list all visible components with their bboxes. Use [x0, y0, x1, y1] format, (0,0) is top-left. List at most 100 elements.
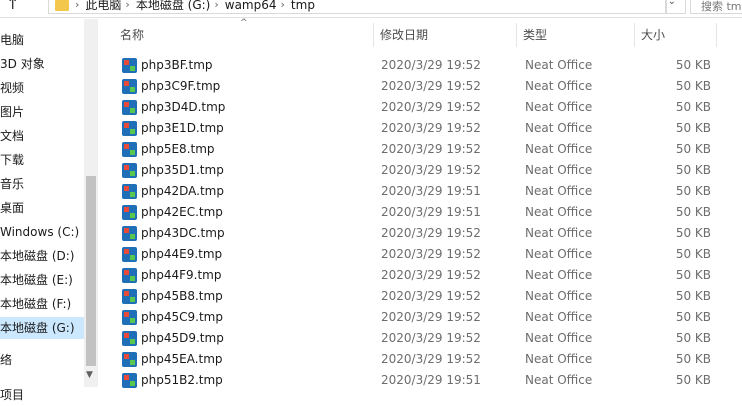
- breadcrumb-this-pc[interactable]: 此电脑: [85, 0, 121, 13]
- file-date: 2020/3/29 19:52: [381, 100, 481, 114]
- neat-office-file-icon: [122, 142, 137, 157]
- file-name: php51B2.tmp: [141, 373, 223, 387]
- file-type: Neat Office: [525, 58, 593, 72]
- nav-item[interactable]: 下载: [0, 149, 84, 171]
- file-name: php45C9.tmp: [141, 310, 223, 324]
- nav-item[interactable]: 本地磁盘 (E:): [0, 269, 84, 291]
- nav-item[interactable]: 本地磁盘 (G:): [0, 317, 84, 339]
- column-header-row: 名称 修改日期 类型 大小: [100, 23, 742, 47]
- file-name: php45D9.tmp: [141, 331, 224, 345]
- file-date: 2020/3/29 19:52: [381, 226, 481, 240]
- nav-item[interactable]: 视频: [0, 77, 84, 99]
- file-type: Neat Office: [525, 373, 593, 387]
- file-size: 50 KB: [675, 352, 711, 366]
- file-type: Neat Office: [525, 310, 593, 324]
- chevron-right-icon[interactable]: ›: [281, 0, 285, 11]
- file-date: 2020/3/29 19:52: [381, 268, 481, 282]
- nav-item[interactable]: 本地磁盘 (F:): [0, 293, 84, 315]
- file-size: 50 KB: [675, 100, 711, 114]
- folder-icon: [55, 0, 69, 11]
- file-row[interactable]: php45B8.tmp 2020/3/29 19:52 Neat Office 50 …: [100, 286, 742, 307]
- nav-item[interactable]: 络: [0, 349, 84, 371]
- nav-item[interactable]: 音乐: [0, 173, 84, 195]
- address-toolbar: ↑ › 此电脑 › 本地磁盘 (G:) › wamp64 › tmp ⌄ 搜索 …: [0, 0, 742, 18]
- scroll-down-icon[interactable]: ▼: [86, 370, 93, 380]
- file-row[interactable]: php45C9.tmp 2020/3/29 19:52 Neat Office 50 …: [100, 307, 742, 328]
- search-input[interactable]: 搜索 tmp: [690, 0, 742, 14]
- chevron-right-icon[interactable]: ›: [214, 0, 218, 11]
- file-size: 50 KB: [675, 121, 711, 135]
- nav-item[interactable]: 项目: [0, 384, 84, 406]
- file-row[interactable]: php42DA.tmp 2020/3/29 19:51 Neat Office 50 …: [100, 181, 742, 202]
- file-date: 2020/3/29 19:52: [381, 58, 481, 72]
- chevron-right-icon[interactable]: ›: [75, 0, 79, 11]
- file-size: 50 KB: [675, 268, 711, 282]
- address-bar[interactable]: › 此电脑 › 本地磁盘 (G:) › wamp64 › tmp: [48, 0, 666, 14]
- file-row[interactable]: php3BF.tmp 2020/3/29 19:52 Neat Office 50 K…: [100, 55, 742, 76]
- file-date: 2020/3/29 19:52: [381, 289, 481, 303]
- file-type: Neat Office: [525, 79, 593, 93]
- file-name: php3C9F.tmp: [141, 79, 221, 93]
- file-type: Neat Office: [525, 247, 593, 261]
- breadcrumb-drive-g[interactable]: 本地磁盘 (G:): [136, 0, 211, 13]
- file-type: Neat Office: [525, 100, 593, 114]
- file-name: php43DC.tmp: [141, 226, 225, 240]
- chevron-right-icon[interactable]: ›: [125, 0, 129, 11]
- file-name: php3E1D.tmp: [141, 121, 224, 135]
- column-header-name[interactable]: 名称: [114, 23, 374, 47]
- file-row[interactable]: php3C9F.tmp 2020/3/29 19:52 Neat Office 50 …: [100, 76, 742, 97]
- file-size: 50 KB: [675, 163, 711, 177]
- file-name: php42EC.tmp: [141, 205, 223, 219]
- file-row[interactable]: php51B2.tmp 2020/3/29 19:51 Neat Office 50 …: [100, 370, 742, 391]
- nav-scrollbar-thumb[interactable]: [86, 176, 96, 366]
- file-name: php45EA.tmp: [141, 352, 223, 366]
- file-size: 50 KB: [675, 289, 711, 303]
- file-row[interactable]: php3E1D.tmp 2020/3/29 19:52 Neat Office 50 …: [100, 118, 742, 139]
- column-header-type[interactable]: 类型: [517, 23, 635, 47]
- nav-item[interactable]: 文档: [0, 125, 84, 147]
- file-row[interactable]: php42EC.tmp 2020/3/29 19:51 Neat Office 50 …: [100, 202, 742, 223]
- file-list: ^ 名称 修改日期 类型 大小 php3BF.tmp 2020/3/29 19:5…: [100, 18, 742, 406]
- column-header-date[interactable]: 修改日期: [374, 23, 517, 47]
- file-row[interactable]: php44E9.tmp 2020/3/29 19:52 Neat Office 50 …: [100, 244, 742, 265]
- file-type: Neat Office: [525, 352, 593, 366]
- file-name: php42DA.tmp: [141, 184, 224, 198]
- file-size: 50 KB: [675, 184, 711, 198]
- nav-item[interactable]: 3D 对象: [0, 53, 84, 75]
- file-row[interactable]: php44F9.tmp 2020/3/29 19:52 Neat Office 50 …: [100, 265, 742, 286]
- breadcrumb-tmp[interactable]: tmp: [291, 0, 315, 12]
- file-row[interactable]: php45D9.tmp 2020/3/29 19:52 Neat Office 50 …: [100, 328, 742, 349]
- neat-office-file-icon: [122, 205, 137, 220]
- file-row[interactable]: php5E8.tmp 2020/3/29 19:52 Neat Office 50 K…: [100, 139, 742, 160]
- up-arrow-icon[interactable]: ↑: [6, 0, 19, 13]
- neat-office-file-icon: [122, 289, 137, 304]
- file-type: Neat Office: [525, 331, 593, 345]
- file-name: php3D4D.tmp: [141, 100, 226, 114]
- file-date: 2020/3/29 19:52: [381, 79, 481, 93]
- file-date: 2020/3/29 19:52: [381, 163, 481, 177]
- file-date: 2020/3/29 19:52: [381, 331, 481, 345]
- file-name: php3BF.tmp: [141, 58, 213, 72]
- nav-item[interactable]: 图片: [0, 101, 84, 123]
- neat-office-file-icon: [122, 331, 137, 346]
- nav-item[interactable]: 电脑: [0, 29, 84, 51]
- nav-item[interactable]: Windows (C:): [0, 221, 84, 243]
- file-row[interactable]: php3D4D.tmp 2020/3/29 19:52 Neat Office 50 …: [100, 97, 742, 118]
- file-size: 50 KB: [675, 310, 711, 324]
- neat-office-file-icon: [122, 226, 137, 241]
- nav-item[interactable]: 本地磁盘 (D:): [0, 245, 84, 267]
- file-name: php5E8.tmp: [141, 142, 215, 156]
- breadcrumb-wamp64[interactable]: wamp64: [225, 0, 277, 12]
- file-row[interactable]: php43DC.tmp 2020/3/29 19:52 Neat Office 50 …: [100, 223, 742, 244]
- file-type: Neat Office: [525, 163, 593, 177]
- neat-office-file-icon: [122, 58, 137, 73]
- nav-item[interactable]: 桌面: [0, 197, 84, 219]
- file-row[interactable]: php45EA.tmp 2020/3/29 19:52 Neat Office 50 …: [100, 349, 742, 370]
- neat-office-file-icon: [122, 268, 137, 283]
- file-size: 50 KB: [675, 205, 711, 219]
- file-row[interactable]: php35D1.tmp 2020/3/29 19:52 Neat Office 50 …: [100, 160, 742, 181]
- neat-office-file-icon: [122, 373, 137, 388]
- refresh-button[interactable]: [666, 0, 686, 14]
- neat-office-file-icon: [122, 310, 137, 325]
- column-header-size[interactable]: 大小: [635, 23, 717, 47]
